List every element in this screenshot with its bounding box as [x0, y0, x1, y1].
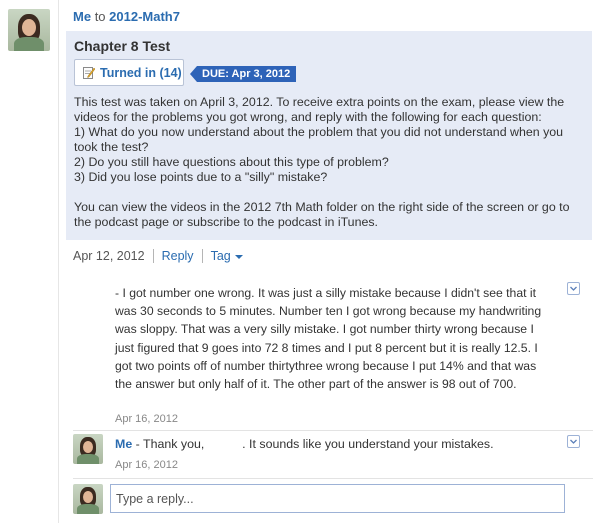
group-link[interactable]: 2012-Math7	[109, 9, 180, 24]
author-link[interactable]: Me	[73, 9, 91, 24]
turned-in-label: Turned in (14)	[100, 65, 182, 80]
due-date-badge: DUE: Apr 3, 2012	[190, 66, 297, 82]
author-avatar[interactable]	[8, 9, 50, 51]
reply-options-chevron-icon[interactable]	[567, 435, 580, 448]
reply-author-link[interactable]: Me	[115, 437, 132, 451]
left-divider	[58, 0, 59, 523]
turned-in-button[interactable]: Turned in (14)	[74, 59, 184, 86]
reply-link[interactable]: Reply	[162, 249, 194, 263]
reply-text: - I got number one wrong. It was just a …	[115, 286, 542, 392]
meta-separator	[201, 249, 203, 263]
reply-text: Me - Thank you, . It sounds like you und…	[115, 437, 494, 451]
post-body: This test was taken on April 3, 2012. To…	[74, 95, 570, 229]
reply-author-avatar[interactable]	[73, 434, 103, 464]
reply-options-chevron-icon[interactable]	[567, 282, 580, 295]
reply-divider	[73, 430, 593, 431]
post-meta-row: Apr 12, 2012 Reply Tag	[73, 249, 243, 263]
post-title: Chapter 8 Test	[74, 38, 171, 54]
to-word: to	[94, 9, 106, 24]
reply-input[interactable]	[110, 484, 565, 513]
meta-separator	[152, 249, 154, 263]
post-header: Me to 2012-Math7	[73, 9, 180, 24]
reply-message: - Thank you, . It sounds like you unders…	[132, 437, 494, 451]
current-user-avatar	[73, 484, 103, 514]
caret-down-icon	[234, 249, 243, 263]
post-date: Apr 12, 2012	[73, 249, 145, 263]
tag-label: Tag	[210, 249, 231, 263]
pencil-icon	[83, 66, 96, 79]
reply-divider	[73, 478, 593, 479]
tag-menu[interactable]: Tag	[211, 249, 243, 263]
reply-date: Apr 16, 2012	[115, 413, 178, 425]
reply-date: Apr 16, 2012	[115, 459, 178, 471]
